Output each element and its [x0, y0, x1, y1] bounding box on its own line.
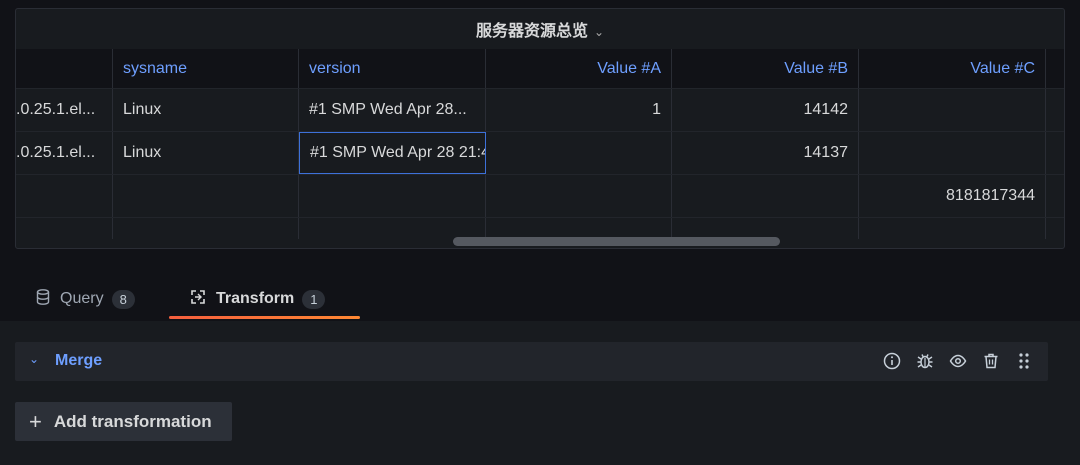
- table-cell[interactable]: 1: [486, 89, 672, 131]
- transformation-name[interactable]: Merge: [55, 352, 102, 370]
- table-cell-expanded[interactable]: #1 SMP Wed Apr 28 21:49:45 UTC 2021: [299, 132, 486, 174]
- column-header-value-a[interactable]: Value #A: [486, 49, 672, 88]
- info-icon[interactable]: [882, 351, 902, 371]
- transformation-row-merge[interactable]: ⌄ Merge: [15, 342, 1048, 381]
- active-tab-indicator: [169, 316, 360, 319]
- table-cell[interactable]: .0.25.1.el...: [16, 89, 113, 131]
- horizontal-scrollbar[interactable]: [453, 237, 780, 246]
- add-transformation-button[interactable]: + Add transformation: [15, 402, 232, 441]
- data-table: sysname version Value #A Value #B Value …: [16, 49, 1064, 239]
- table-cell-text: #1 SMP Wed Apr 28 21:49:45 UTC 2021: [310, 144, 485, 161]
- table-cell: [299, 218, 486, 239]
- table-cell[interactable]: 14142: [672, 89, 859, 131]
- transformation-actions: [882, 351, 1034, 371]
- column-header-0[interactable]: [16, 49, 113, 88]
- table-cell: [113, 218, 299, 239]
- tab-transform[interactable]: Transform 1: [190, 280, 326, 318]
- debug-icon[interactable]: [915, 351, 935, 371]
- table-cell: [859, 218, 1046, 239]
- table-cell: [486, 218, 672, 239]
- table-cell[interactable]: #1 SMP Wed Apr 28...: [299, 89, 486, 131]
- table-cell[interactable]: [859, 89, 1046, 131]
- column-header-value-c[interactable]: Value #C: [859, 49, 1046, 88]
- table-cell[interactable]: [299, 175, 486, 217]
- table-header-row: sysname version Value #A Value #B Value …: [16, 49, 1064, 89]
- transform-icon: [190, 289, 206, 310]
- column-header-version[interactable]: version: [299, 49, 486, 88]
- chevron-down-icon[interactable]: ⌄: [29, 352, 39, 366]
- tab-query[interactable]: Query 8: [36, 280, 135, 318]
- panel-title-text[interactable]: 服务器资源总览: [476, 23, 588, 40]
- table-cell: [1046, 218, 1064, 239]
- tab-query-count: 8: [111, 289, 135, 309]
- table-cell: [1046, 89, 1064, 131]
- table-row: .0.25.1.el... Linux #1 SMP Wed Apr 28...…: [16, 89, 1064, 132]
- plus-icon: +: [29, 408, 42, 434]
- eye-icon[interactable]: [948, 351, 968, 371]
- tab-transform-label: Transform: [216, 290, 295, 307]
- table-cell[interactable]: [859, 132, 1046, 174]
- editor-tabs: Query 8 Transform 1: [0, 280, 1080, 320]
- chevron-down-icon[interactable]: ⌄: [594, 25, 604, 39]
- table-cell[interactable]: [486, 175, 672, 217]
- table-cell[interactable]: [113, 175, 299, 217]
- table-cell[interactable]: [672, 175, 859, 217]
- table-cell[interactable]: Linux: [113, 89, 299, 131]
- table-cell: [16, 218, 113, 239]
- table-cell: [1046, 175, 1064, 217]
- table-cell[interactable]: [486, 132, 672, 174]
- table-cell: [672, 218, 859, 239]
- table-cell: [1046, 132, 1064, 174]
- column-header-overflow: [1046, 49, 1064, 88]
- database-icon: [36, 288, 50, 310]
- tab-query-label: Query: [60, 290, 104, 307]
- trash-icon[interactable]: [981, 351, 1001, 371]
- table-cell[interactable]: [16, 175, 113, 217]
- table-row: 8181817344: [16, 175, 1064, 218]
- table-row-empty: [16, 218, 1064, 239]
- table-cell[interactable]: Linux: [113, 132, 299, 174]
- table-cell[interactable]: 8181817344: [859, 175, 1046, 217]
- table-panel: 服务器资源总览 ⌄ sysname version Value #A Value …: [15, 8, 1065, 249]
- table-cell[interactable]: 14137: [672, 132, 859, 174]
- add-transformation-label: Add transformation: [53, 411, 212, 431]
- column-header-value-b[interactable]: Value #B: [672, 49, 859, 88]
- tab-transform-count: 1: [302, 289, 326, 309]
- table-row: .0.25.1.el... Linux #1 SMP Wed Apr 28 21…: [16, 132, 1064, 175]
- panel-title[interactable]: 服务器资源总览 ⌄: [16, 17, 1064, 40]
- drag-handle-icon[interactable]: [1014, 351, 1034, 371]
- table-cell[interactable]: .0.25.1.el...: [16, 132, 113, 174]
- column-header-sysname[interactable]: sysname: [113, 49, 299, 88]
